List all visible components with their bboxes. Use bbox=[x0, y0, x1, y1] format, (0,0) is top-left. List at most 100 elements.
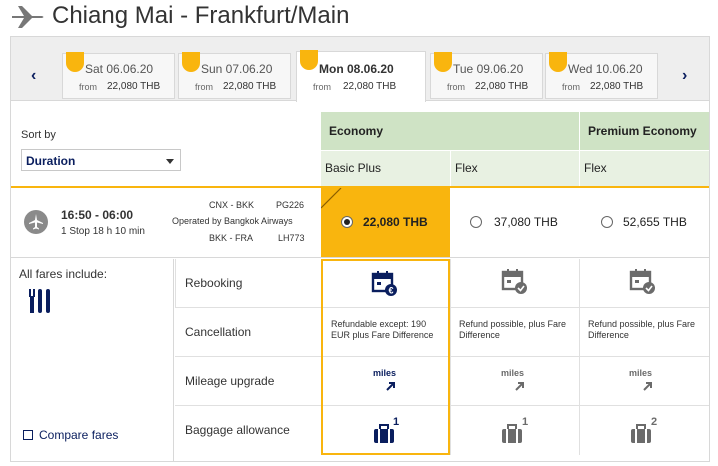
includes-area: All fares include: Compare fares bbox=[11, 259, 174, 461]
cancellation-text: Refund possible, plus Fare Difference bbox=[459, 319, 567, 340]
fare-header-premium-flex: Flex bbox=[580, 150, 709, 186]
segment-flight-number[interactable]: PG226 bbox=[276, 200, 304, 210]
rebooking-basic-plus: € bbox=[321, 259, 450, 308]
date-tab-label: Tue 09.06.20 bbox=[453, 62, 524, 76]
selected-corner-icon bbox=[321, 188, 342, 209]
baggage-count: 2 bbox=[651, 416, 658, 428]
date-tab-from: from bbox=[447, 82, 465, 92]
compare-fares-label: Compare fares bbox=[39, 428, 119, 442]
mileage-flex: miles bbox=[451, 357, 579, 406]
price-flex: 37,080 THB bbox=[494, 215, 558, 229]
title-bar: Chiang Mai - Frankfurt/Main bbox=[0, 0, 718, 36]
feature-row-mileage: Mileage upgrade miles miles miles bbox=[175, 357, 709, 406]
feature-row-baggage: Baggage allowance 1 1 2 bbox=[175, 406, 709, 455]
compare-icon bbox=[23, 430, 33, 440]
date-tab[interactable]: Sun 07.06.20 from 22,080 THB bbox=[178, 52, 291, 99]
mileage-premium-flex: miles bbox=[580, 357, 709, 406]
cancellation-flex: Refund possible, plus Fare Difference bbox=[451, 308, 579, 357]
flight-icon bbox=[24, 210, 48, 234]
fare-option-flex[interactable]: 37,080 THB bbox=[451, 188, 579, 257]
rebooking-flex bbox=[451, 259, 579, 308]
fare-label: Flex bbox=[455, 161, 478, 175]
sun-icon bbox=[66, 52, 84, 72]
fare-option-basic-plus[interactable]: 22,080 THB bbox=[321, 188, 450, 257]
date-tab-from: from bbox=[562, 82, 580, 92]
sun-icon bbox=[549, 52, 567, 72]
price-premium-flex: 52,655 THB bbox=[623, 215, 687, 229]
calendar-check-icon bbox=[501, 269, 527, 294]
baggage-count: 1 bbox=[522, 416, 529, 428]
feature-name: Baggage allowance bbox=[185, 423, 290, 437]
mileage-basic-plus: miles bbox=[321, 357, 450, 406]
radio-premium-flex[interactable] bbox=[601, 216, 613, 228]
miles-text: miles bbox=[501, 368, 525, 378]
date-tab-label: Sat 06.06.20 bbox=[85, 62, 154, 76]
page-title: Chiang Mai - Frankfurt/Main bbox=[52, 2, 350, 29]
rebooking-premium-flex bbox=[580, 259, 709, 308]
miles-text: miles bbox=[629, 368, 653, 378]
date-tab-from: from bbox=[313, 82, 331, 92]
next-date-arrow[interactable]: › bbox=[682, 67, 687, 85]
calendar-euro-icon: € bbox=[371, 271, 397, 296]
cutlery-icon bbox=[29, 289, 50, 313]
suitcase-icon bbox=[502, 424, 522, 443]
operated-by: Operated by Bangkok Airways bbox=[172, 216, 293, 226]
price-basic-plus: 22,080 THB bbox=[363, 215, 428, 229]
date-tab-price: 22,080 THB bbox=[107, 81, 161, 92]
date-tab-from: from bbox=[79, 82, 97, 92]
date-tab-label: Wed 10.06.20 bbox=[568, 62, 643, 76]
fare-label: Basic Plus bbox=[325, 161, 382, 175]
fare-header-basic-plus: Basic Plus bbox=[321, 150, 450, 186]
date-tab-price: 22,080 THB bbox=[590, 81, 644, 92]
prev-date-arrow[interactable]: ‹ bbox=[31, 67, 36, 85]
fare-label: Flex bbox=[584, 161, 607, 175]
feature-name: Rebooking bbox=[185, 276, 243, 290]
includes-label: All fares include: bbox=[19, 267, 108, 281]
date-tab[interactable]: Tue 09.06.20 from 22,080 THB bbox=[430, 52, 543, 99]
cancellation-text: Refund possible, plus Fare Difference bbox=[588, 319, 696, 340]
segment-flight-number[interactable]: LH773 bbox=[278, 233, 305, 243]
date-tab[interactable]: Sat 06.06.20 from 22,080 THB bbox=[62, 52, 175, 99]
cancellation-basic-plus: Refundable except: 190 EUR plus Fare Dif… bbox=[321, 308, 450, 357]
sun-icon bbox=[182, 52, 200, 72]
sort-label: Sort by bbox=[21, 129, 56, 141]
sort-select[interactable]: Duration bbox=[21, 149, 181, 171]
svg-text:€: € bbox=[388, 286, 393, 296]
airplane-icon bbox=[12, 6, 44, 28]
date-tab-label: Sun 07.06.20 bbox=[201, 62, 273, 76]
sort-area: Sort by Duration bbox=[11, 102, 320, 186]
suitcase-icon bbox=[631, 424, 651, 443]
divider bbox=[175, 259, 176, 308]
miles-text: miles bbox=[373, 368, 397, 378]
date-tab[interactable]: Wed 10.06.20 from 22,080 THB bbox=[545, 52, 658, 99]
feature-row-cancellation: Cancellation Refundable except: 190 EUR … bbox=[175, 308, 709, 357]
cabin-economy-header: Economy bbox=[321, 112, 579, 150]
arrow-up-right-icon bbox=[386, 382, 395, 391]
cabin-premium-label: Premium Economy bbox=[588, 124, 697, 138]
radio-basic-plus[interactable] bbox=[341, 216, 353, 228]
baggage-flex: 1 bbox=[451, 406, 579, 455]
baggage-count: 1 bbox=[393, 416, 400, 428]
cabin-economy-label: Economy bbox=[329, 124, 384, 138]
baggage-premium-flex: 2 bbox=[580, 406, 709, 455]
baggage-basic-plus: 1 bbox=[321, 406, 450, 455]
suitcase-icon bbox=[374, 424, 394, 443]
cancellation-text: Refundable except: 190 EUR plus Fare Dif… bbox=[331, 319, 434, 340]
flight-times: 16:50 - 06:00 bbox=[61, 208, 134, 222]
segment-route: BKK - FRA bbox=[209, 233, 254, 243]
feature-row-rebooking: Rebooking € bbox=[175, 259, 709, 308]
cancellation-premium-flex: Refund possible, plus Fare Difference bbox=[580, 308, 709, 357]
fare-table: ‹ Sat 06.06.20 from 22,080 THB Sun 07.06… bbox=[10, 36, 710, 462]
radio-flex[interactable] bbox=[470, 216, 482, 228]
segment-route: CNX - BKK bbox=[209, 200, 255, 210]
sort-value: Duration bbox=[26, 154, 76, 168]
cabin-premium-header: Premium Economy bbox=[579, 112, 709, 150]
fare-option-premium-flex[interactable]: 52,655 THB bbox=[580, 188, 709, 257]
compare-fares-link[interactable]: Compare fares bbox=[23, 428, 119, 442]
date-tab-active[interactable]: Mon 08.06.20 from 22,080 THB bbox=[296, 50, 426, 102]
arrow-up-right-icon bbox=[643, 382, 652, 391]
feature-name: Mileage upgrade bbox=[185, 374, 275, 388]
sun-icon bbox=[434, 52, 452, 72]
chevron-down-icon bbox=[166, 159, 174, 164]
date-tab-from: from bbox=[195, 82, 213, 92]
